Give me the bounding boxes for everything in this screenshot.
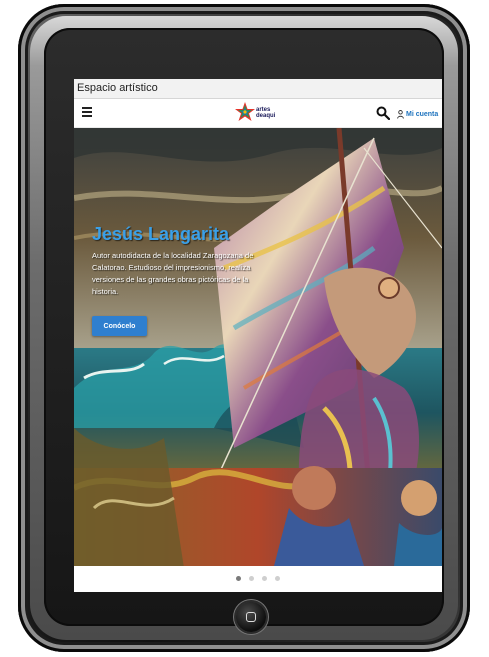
- window-title-bar: Espacio artístico: [74, 79, 442, 99]
- hero-slide: Jesús Langarita Autor autodidacta de la …: [74, 128, 442, 566]
- account-label: Mi cuenta: [406, 110, 439, 118]
- carousel-dot-3[interactable]: [262, 575, 267, 581]
- logo-text: artes deaqui: [256, 107, 284, 119]
- site-logo[interactable]: artes deaqui: [234, 101, 284, 125]
- hero-painting-image: [74, 128, 442, 566]
- tablet-screen: Espacio artístico artes deaqui Mi cuenta…: [74, 79, 442, 592]
- search-icon[interactable]: [376, 106, 390, 120]
- hamburger-icon[interactable]: [82, 107, 92, 117]
- home-square-icon: [246, 612, 256, 622]
- carousel-indicators: [74, 572, 442, 584]
- hero-title: Jesús Langarita: [92, 224, 230, 244]
- star-logo-icon: [235, 102, 255, 121]
- user-icon: [397, 109, 404, 119]
- window-title: Espacio artístico: [77, 82, 158, 94]
- carousel-dot-4[interactable]: [275, 575, 280, 581]
- account-link[interactable]: Mi cuenta: [397, 108, 438, 120]
- carousel-dot-1[interactable]: [236, 575, 241, 581]
- hero-description: Autor autodidacta de la localidad Zarago…: [92, 251, 254, 296]
- conocelo-button[interactable]: Conócelo: [92, 316, 147, 336]
- home-button[interactable]: [236, 602, 266, 632]
- carousel-dot-2[interactable]: [249, 575, 254, 581]
- site-navbar: artes deaqui Mi cuenta: [74, 99, 442, 128]
- logo-text-line2: deaqui: [256, 113, 276, 119]
